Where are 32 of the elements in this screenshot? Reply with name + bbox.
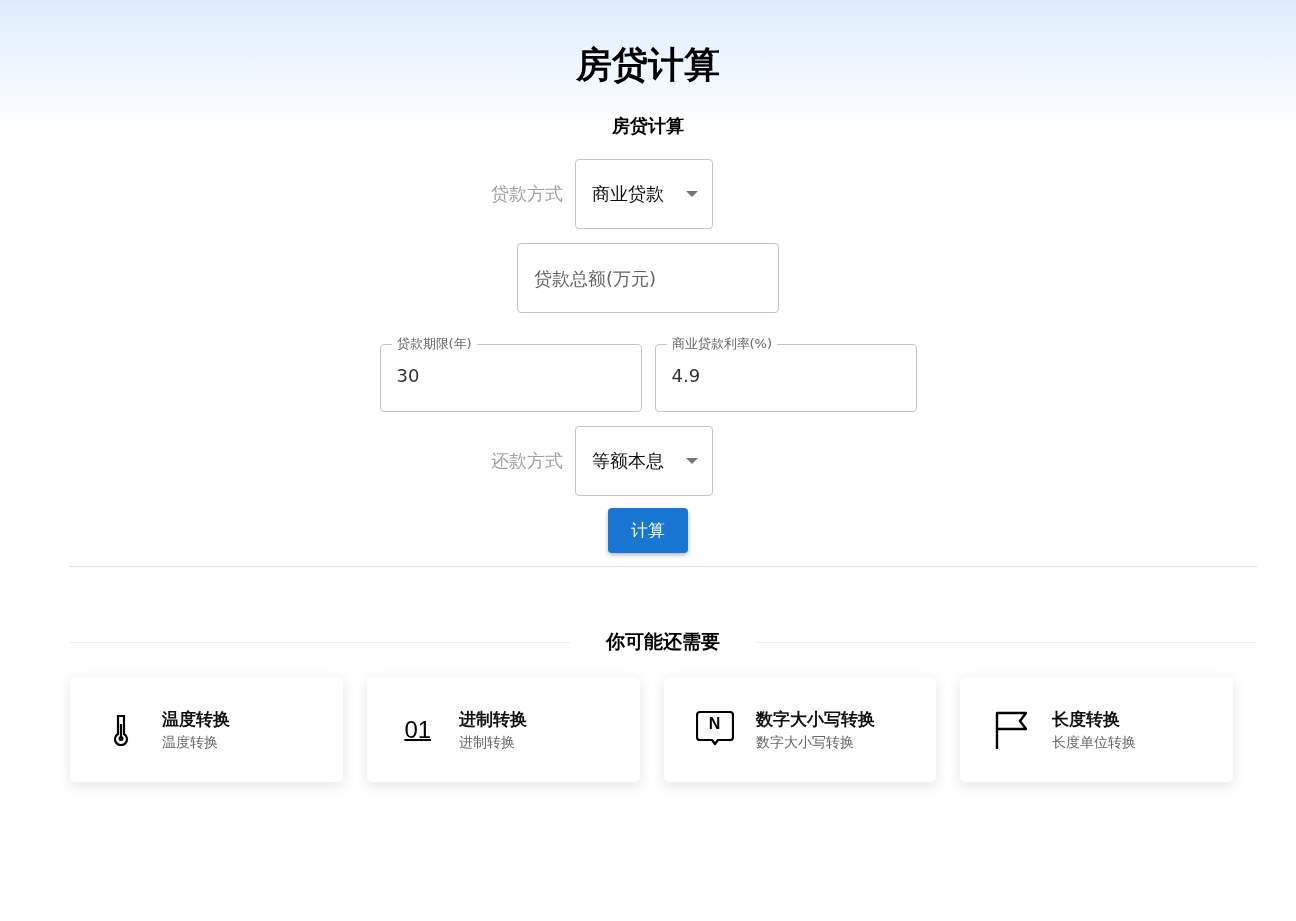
field-label: 还款方式 [490,449,563,473]
loan-term-input[interactable]: 30 [396,365,625,386]
interest-rate-field[interactable]: 商业贷款利率(%) 4.9 [654,335,917,412]
tool-card[interactable]: N 数字大小写转换 数字大小写转换 [663,677,937,782]
flag-icon [995,710,1028,749]
form-title: 房贷计算 [611,114,685,138]
field-label: 商业贷款利率(%) [670,335,773,353]
calculate-button[interactable]: 计算 [608,508,688,553]
repayment-select[interactable]: 等额本息 [574,426,713,496]
binary-digits-icon: 01 [404,715,432,744]
loan-term-field[interactable]: 贷款期限(年) 30 [379,335,642,412]
card-subtitle: 数字大小写转换 [755,733,855,752]
loan-type-select[interactable]: 商业贷款 [574,159,713,229]
card-subtitle: 进制转换 [458,733,516,752]
interest-rate-input[interactable]: 4.9 [671,365,900,386]
card-title: 进制转换 [458,707,527,731]
caret-icon [685,191,698,197]
thermometer-icon [113,713,129,746]
field-label: 贷款期限(年) [395,335,473,353]
field-label: 贷款方式 [490,182,563,206]
card-subtitle: 长度单位转换 [1052,733,1137,752]
card-title: 长度转换 [1052,707,1122,731]
tool-card[interactable]: 温度转换 温度转换 [70,677,343,782]
tool-card[interactable]: 01 进制转换 进制转换 [366,677,640,782]
loan-amount-input[interactable]: 贷款总额(万元) [517,243,779,313]
tool-card[interactable]: 长度转换 长度单位转换 [960,677,1233,782]
card-title: 数字大小写转换 [755,707,875,731]
section-heading: 你可能还需要 [606,629,720,654]
caret-icon [685,458,698,464]
card-subtitle: 温度转换 [162,733,219,752]
page-title: 房贷计算 [576,43,720,87]
card-title: 温度转换 [162,707,230,731]
